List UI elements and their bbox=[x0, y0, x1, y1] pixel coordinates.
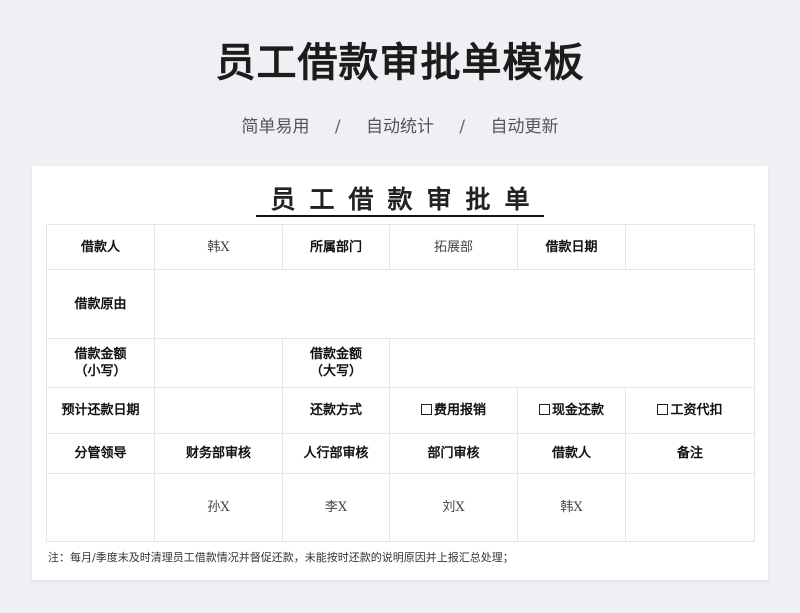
signature-cell[interactable] bbox=[46, 473, 155, 542]
option-salary-deduct[interactable]: 工资代扣 bbox=[625, 387, 755, 434]
checkbox-icon[interactable] bbox=[538, 404, 550, 415]
approver-header: 人行部审核 bbox=[282, 433, 390, 474]
repay-method-label: 还款方式 bbox=[282, 387, 390, 434]
approver-header: 备注 bbox=[625, 433, 755, 474]
approver-header: 分管领导 bbox=[46, 433, 155, 474]
approver-header: 部门审核 bbox=[389, 433, 518, 474]
approver-header: 财务部审核 bbox=[154, 433, 283, 474]
amount-uppercase-value[interactable] bbox=[389, 338, 755, 388]
repay-date-value[interactable] bbox=[154, 387, 283, 434]
department-label: 所属部门 bbox=[282, 224, 390, 270]
signature-cell[interactable]: 刘X bbox=[389, 473, 518, 542]
footnote: 注：每月/季度末及时清理员工借款情况并督促还款，未能按时还款的说明原因并上报汇总… bbox=[48, 551, 514, 564]
feature-auto-stats: 自动统计 bbox=[366, 117, 434, 137]
separator: / bbox=[459, 117, 466, 137]
feature-tagline: 简单易用 / 自动统计 / 自动更新 bbox=[0, 112, 800, 137]
borrower-value[interactable]: 韩X bbox=[154, 224, 283, 270]
signature-cell[interactable]: 孙X bbox=[154, 473, 283, 542]
amount-uppercase-label: 借款金额 （大写） bbox=[282, 338, 390, 388]
loan-reason-value[interactable] bbox=[154, 269, 755, 339]
signature-cell[interactable]: 李X bbox=[282, 473, 390, 542]
feature-auto-update: 自动更新 bbox=[490, 117, 559, 137]
amount-uppercase-sub: （大写） bbox=[309, 364, 362, 379]
loan-date-value[interactable] bbox=[625, 224, 755, 270]
checkbox-icon[interactable] bbox=[420, 404, 432, 415]
amount-lowercase-sub: （小写） bbox=[74, 364, 127, 379]
signature-cell[interactable]: 韩X bbox=[517, 473, 626, 542]
loan-approval-table: 借款人 韩X 所属部门 拓展部 借款日期 借款原由 借款金额 （小写） 借款金额… bbox=[46, 224, 755, 542]
amount-lowercase-title: 借款金额 bbox=[74, 347, 127, 362]
department-value[interactable]: 拓展部 bbox=[389, 224, 518, 270]
option-cash-repay[interactable]: 现金还款 bbox=[517, 387, 626, 434]
option-expense-reimburse[interactable]: 费用报销 bbox=[389, 387, 518, 434]
amount-lowercase-value[interactable] bbox=[154, 338, 283, 388]
separator: / bbox=[334, 117, 341, 137]
loan-date-label: 借款日期 bbox=[517, 224, 626, 270]
amount-uppercase-title: 借款金额 bbox=[309, 347, 362, 362]
form-sheet: 员工借款审批单 借款人 韩X 所属部门 拓展部 借款日期 借款原由 借款金额 （… bbox=[32, 166, 768, 580]
signature-cell[interactable] bbox=[625, 473, 755, 542]
approver-header: 借款人 bbox=[517, 433, 626, 474]
checkbox-icon[interactable] bbox=[657, 404, 669, 415]
loan-reason-label: 借款原由 bbox=[46, 269, 155, 339]
repay-date-label: 预计还款日期 bbox=[46, 387, 155, 434]
page-title: 员工借款审批单模板 bbox=[215, 40, 585, 86]
borrower-label: 借款人 bbox=[46, 224, 155, 270]
amount-lowercase-label: 借款金额 （小写） bbox=[46, 338, 155, 388]
feature-easy: 简单易用 bbox=[241, 117, 310, 137]
form-title: 员工借款审批单 bbox=[256, 185, 544, 217]
